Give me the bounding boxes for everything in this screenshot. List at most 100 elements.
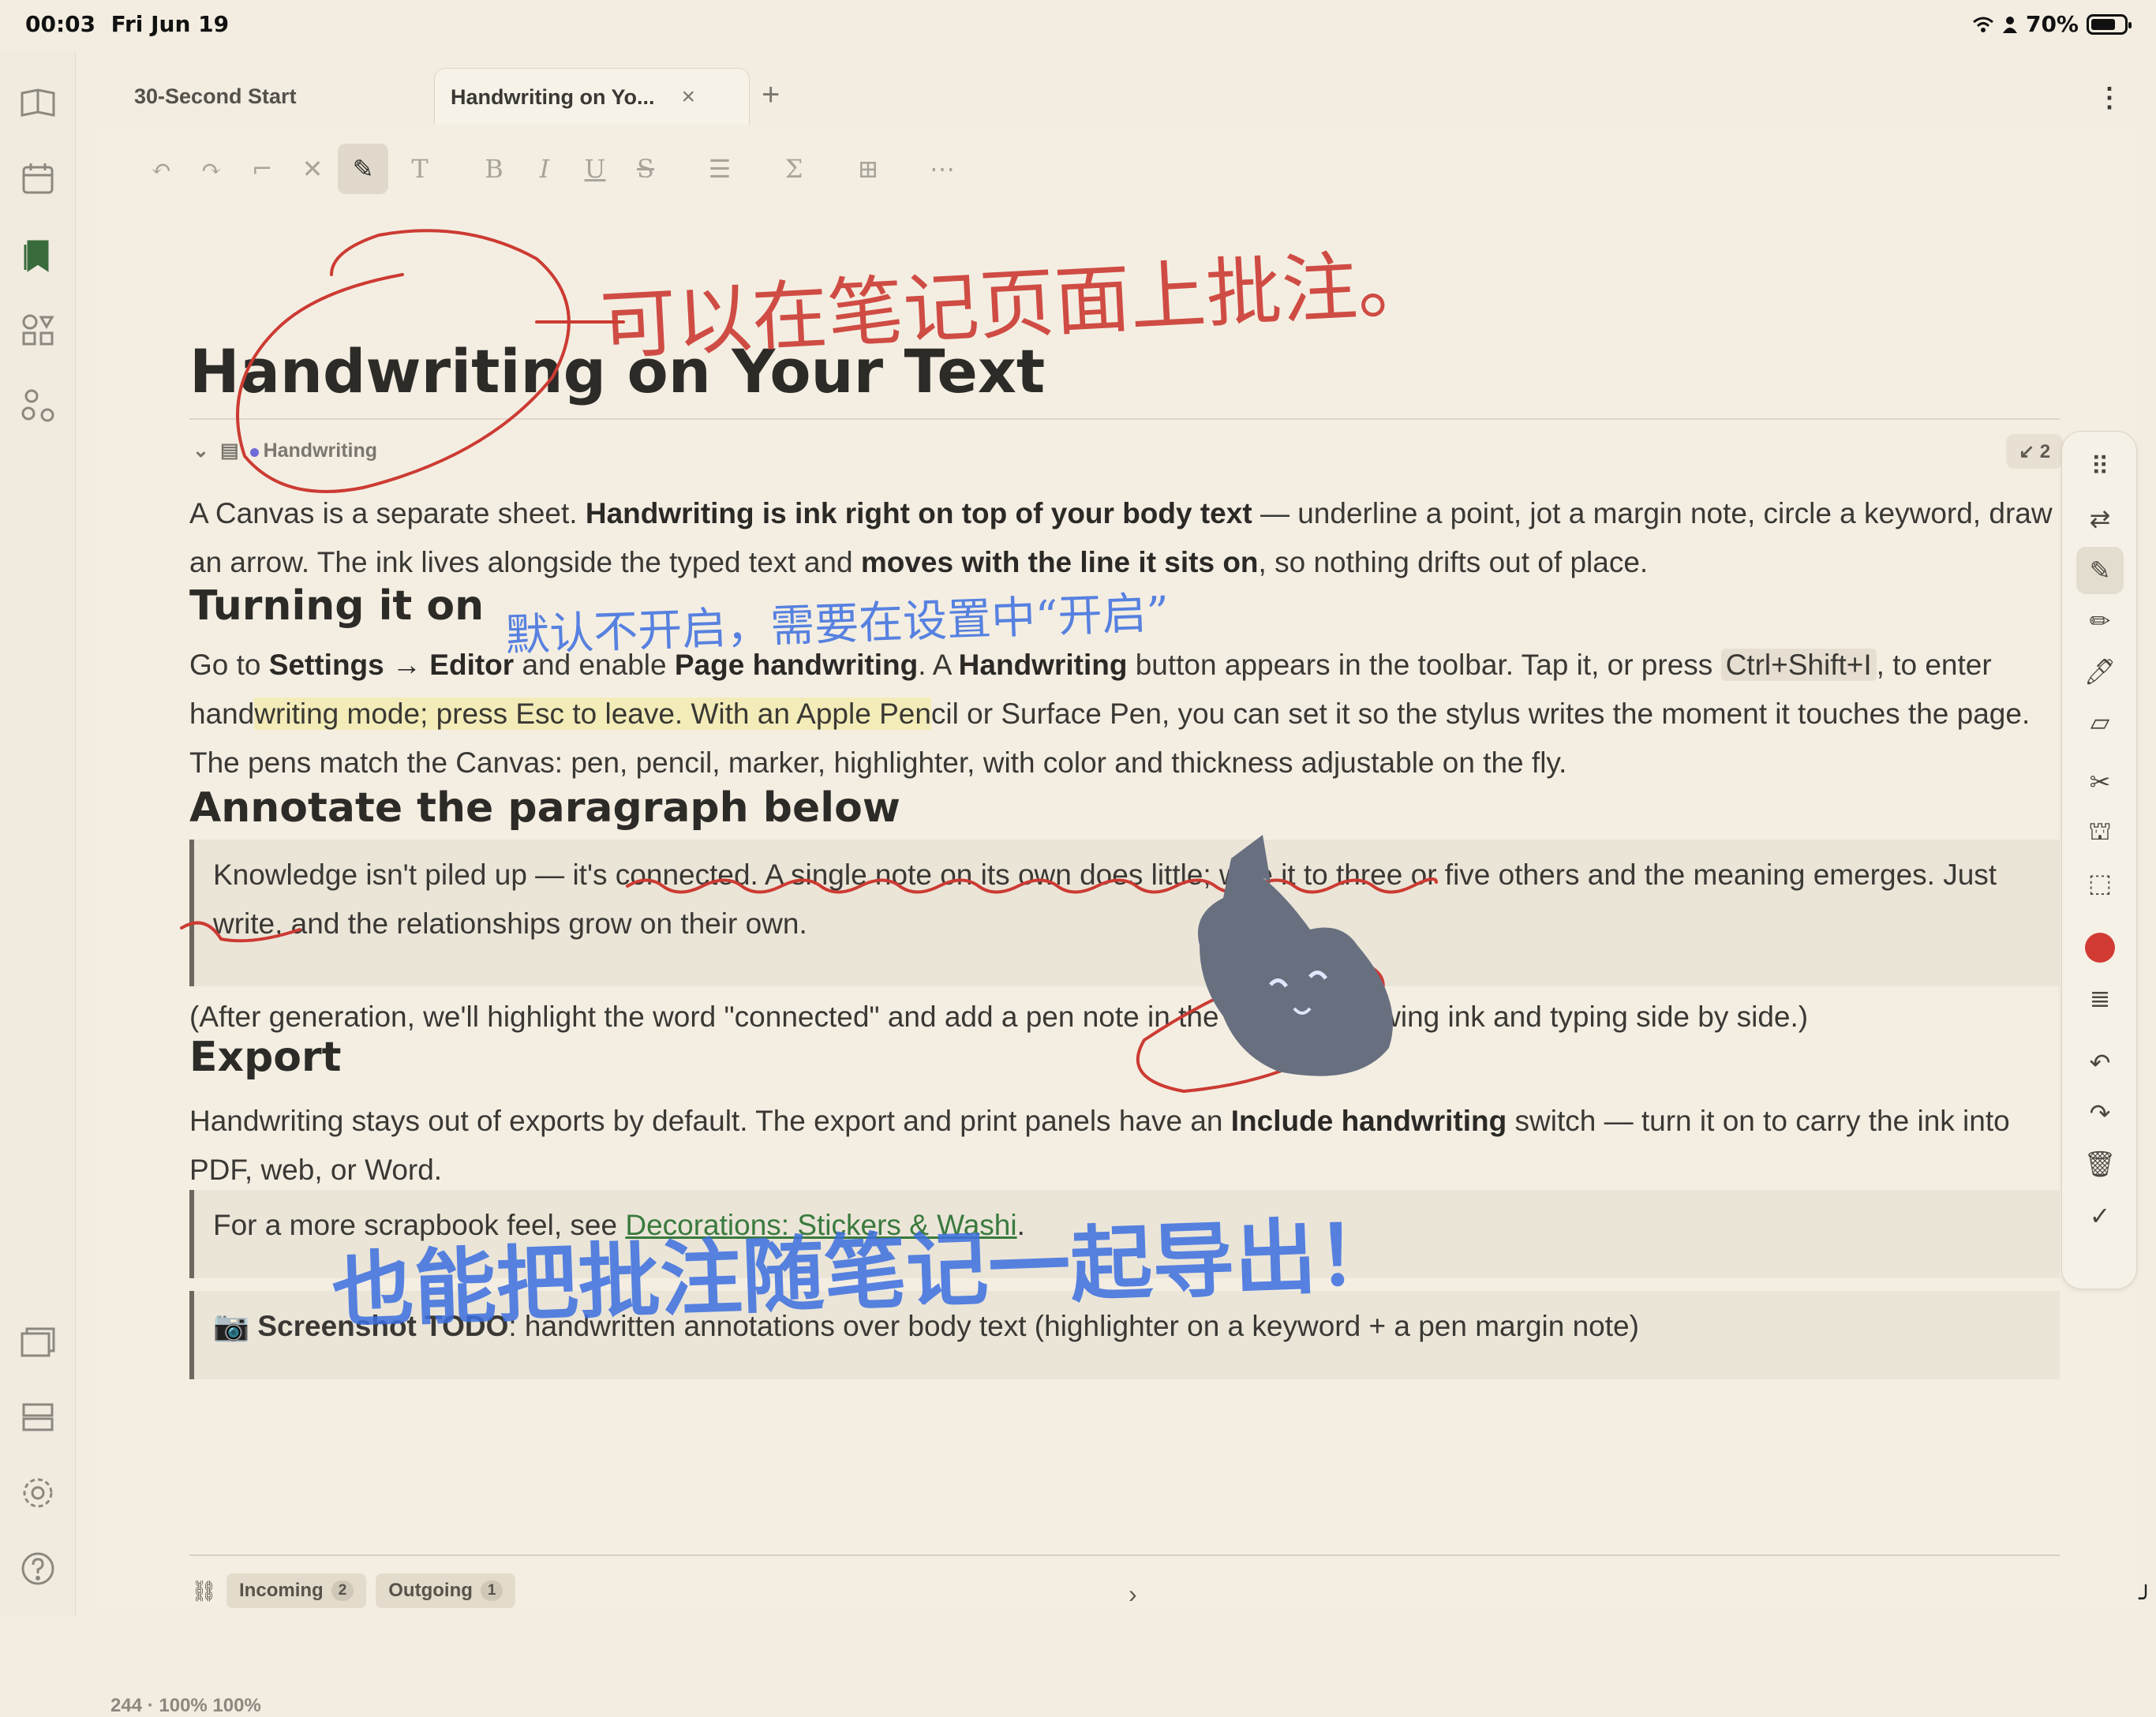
status-bar: 00:03 Fri Jun 19 70% xyxy=(0,0,2156,50)
footer-divider xyxy=(189,1554,2060,1556)
formula-icon[interactable]: Σ xyxy=(769,144,819,194)
incoming-links-tab[interactable]: Incoming 2 xyxy=(226,1573,366,1608)
help-icon[interactable] xyxy=(17,1548,58,1589)
swap-icon[interactable]: ⇄ xyxy=(2076,495,2124,542)
tag-label: Handwriting xyxy=(264,440,377,462)
paragraph-turning-on[interactable]: Go to Settings → Editor and enable Page … xyxy=(189,641,2060,787)
add-tab-button[interactable]: + xyxy=(762,77,780,113)
more-menu-icon[interactable]: ⋮ xyxy=(2096,82,2123,114)
editor-page: ↶ ↷ ⌐ ✕ ✎ T B I U S ☰ Σ ⊞ ⋯ Handwriting … xyxy=(95,125,2139,1605)
chevron-right-icon[interactable]: › xyxy=(1129,1580,1137,1609)
text-run: A Canvas is a separate sheet. xyxy=(189,497,586,529)
calendar-icon[interactable] xyxy=(17,158,58,199)
tab-30-second-start[interactable]: 30-Second Start xyxy=(95,68,336,125)
bold-run: Include handwriting xyxy=(1231,1105,1507,1137)
status-time: 00:03 Fri Jun 19 xyxy=(25,11,229,37)
pill-label: Incoming xyxy=(239,1580,324,1602)
handwriting-toggle-icon[interactable]: ✎ xyxy=(338,144,388,194)
clock-time: 00:03 xyxy=(25,11,95,37)
person-icon xyxy=(2002,16,2018,33)
heading-icon[interactable]: T xyxy=(395,144,445,194)
red-dot xyxy=(2085,933,2115,963)
folders-icon[interactable] xyxy=(17,1321,58,1362)
pill-count: 2 xyxy=(331,1580,354,1601)
corner-indicator: ╯ xyxy=(2139,1585,2153,1613)
marker-icon[interactable]: 🖊 xyxy=(2076,648,2124,695)
italic-icon[interactable]: I xyxy=(519,144,570,194)
clear-ink-icon[interactable]: 🗑 xyxy=(2076,1140,2124,1188)
handwriting-note-top: 可以在笔记页面上批注。 xyxy=(597,221,1435,374)
lasso-select-icon[interactable]: ⬚ xyxy=(2076,859,2124,907)
heading-turning-on[interactable]: Turning it on xyxy=(189,582,484,630)
bookmarks-icon[interactable] xyxy=(17,234,58,275)
text-run: . A xyxy=(918,649,958,681)
backlinks-footer: ⛓ Incoming 2 Outgoing1 xyxy=(191,1573,515,1608)
storage-icon[interactable] xyxy=(17,1397,58,1438)
tag-dot xyxy=(250,448,259,457)
highlighter-icon[interactable]: ▱ xyxy=(2076,698,2124,746)
tab-label: Handwriting on Yo... xyxy=(451,85,655,110)
stroke-width-icon[interactable]: ≣ xyxy=(2076,974,2124,1022)
bold-run: moves with the line it sits on xyxy=(861,546,1259,578)
text-run: , so nothing drifts out of place. xyxy=(1259,546,1649,578)
doc-outline-icon[interactable]: ▤ xyxy=(220,439,239,462)
text-run: button appears in the toolbar. Tap it, o… xyxy=(1127,649,1720,681)
outgoing-links-tab[interactable]: Outgoing1 xyxy=(376,1573,515,1608)
strikethrough-icon[interactable]: S xyxy=(620,144,671,194)
quote-knowledge[interactable]: Knowledge isn't piled up — it's connecte… xyxy=(189,840,2060,986)
undo-icon[interactable]: ↶ xyxy=(136,144,186,194)
tab-handwriting[interactable]: Handwriting on Yo... × xyxy=(434,68,750,125)
color-red-swatch[interactable] xyxy=(2076,924,2124,971)
ink-undo-icon[interactable]: ↶ xyxy=(2076,1039,2124,1087)
graph-icon[interactable] xyxy=(17,385,58,426)
format-painter-icon[interactable]: ⌐ xyxy=(237,144,287,194)
pill-count: 1 xyxy=(481,1580,503,1601)
underline-icon[interactable]: U xyxy=(570,144,620,194)
battery-percent: 70% xyxy=(2026,11,2079,37)
paragraph-after-generation[interactable]: (After generation, we'll highlight the w… xyxy=(189,993,2060,1042)
tab-label: 30-Second Start xyxy=(134,84,297,109)
heading-export[interactable]: Export xyxy=(189,1034,342,1081)
bold-run: Handwriting is ink right on top of your … xyxy=(586,497,1252,529)
tab-bar: 30-Second Start Handwriting on Yo... × +… xyxy=(95,50,2156,125)
bold-run: Handwriting xyxy=(959,649,1128,681)
camera-icon: 📷 xyxy=(213,1310,249,1342)
highlighted-run: writing mode; press Esc to leave. With a… xyxy=(254,698,931,730)
sidebar xyxy=(0,50,76,1616)
paragraph-intro[interactable]: A Canvas is a separate sheet. Handwritin… xyxy=(189,489,2060,587)
title-divider xyxy=(189,418,2060,420)
word-count-zoom: 244 · 100% 100% xyxy=(110,1695,261,1717)
drag-handle-icon[interactable]: ⠿ xyxy=(2076,443,2124,490)
stamp-icon[interactable]: ⛫ xyxy=(2076,809,2124,856)
heading-annotate[interactable]: Annotate the paragraph below xyxy=(189,784,900,832)
link-icon: ⛓ xyxy=(191,1579,217,1603)
tag-chip[interactable]: Handwriting xyxy=(250,440,377,462)
text-run: Go to xyxy=(189,649,269,681)
cat-sticker-icon xyxy=(1152,835,1452,1087)
bold-run: Settings → Editor xyxy=(269,649,514,681)
done-check-icon[interactable]: ✓ xyxy=(2076,1192,2124,1240)
redo-icon[interactable]: ↷ xyxy=(186,144,237,194)
eraser-icon[interactable]: ✂ xyxy=(2076,758,2124,806)
insert-block-icon[interactable]: ⊞ xyxy=(843,144,893,194)
close-tab-icon[interactable]: × xyxy=(682,84,696,110)
settings-icon[interactable] xyxy=(17,1472,58,1513)
clear-format-icon[interactable]: ✕ xyxy=(287,144,338,194)
format-toolbar: ↶ ↷ ⌐ ✕ ✎ T B I U S ☰ Σ ⊞ ⋯ xyxy=(136,140,968,197)
clock-date: Fri Jun 19 xyxy=(111,11,230,37)
paragraph-export[interactable]: Handwriting stays out of exports by defa… xyxy=(189,1097,2060,1195)
text-run: Handwriting stays out of exports by defa… xyxy=(189,1105,1231,1137)
backlinks-badge[interactable]: ↙ 2 xyxy=(2006,434,2063,469)
collapse-chevron-icon[interactable]: ⌄ xyxy=(193,439,209,462)
pencil-icon[interactable]: ✏ xyxy=(2076,597,2124,645)
bold-icon[interactable]: B xyxy=(469,144,519,194)
more-icon[interactable]: ⋯ xyxy=(917,144,968,194)
shortcut-kbd: Ctrl+Shift+I xyxy=(1721,649,1877,681)
pen-tools-panel: ⠿ ⇄ ✎ ✏ 🖊 ▱ ✂ ⛫ ⬚ ≣ ↶ ↷ 🗑 ✓ xyxy=(2061,431,2137,1289)
book-icon[interactable] xyxy=(17,82,58,123)
list-icon[interactable]: ☰ xyxy=(694,144,745,194)
meta-row: ⌄ ▤ Handwriting xyxy=(193,439,377,462)
ink-redo-icon[interactable]: ↷ xyxy=(2076,1090,2124,1137)
pen-icon[interactable]: ✎ xyxy=(2076,547,2124,594)
shapes-icon[interactable] xyxy=(17,309,58,350)
